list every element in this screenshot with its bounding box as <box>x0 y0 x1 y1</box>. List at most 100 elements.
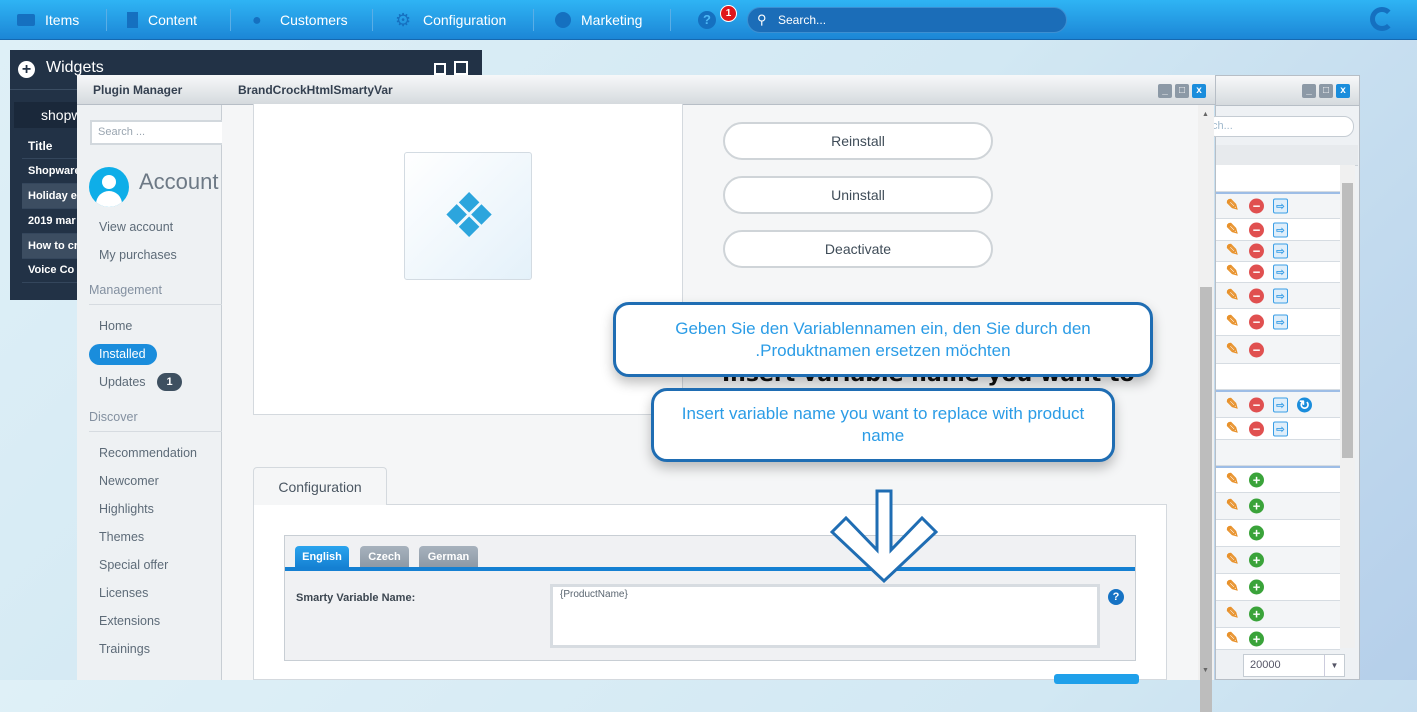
tab-english[interactable]: English <box>295 546 349 568</box>
tab-czech[interactable]: Czech <box>360 546 409 568</box>
pencil-icon[interactable]: ✎ <box>1225 243 1240 259</box>
nav-customers[interactable]: ● Customers <box>252 0 348 40</box>
install-icon[interactable]: ⇨ <box>1273 222 1288 237</box>
plugin-list-row[interactable]: ✎ + <box>1216 466 1340 493</box>
install-icon[interactable]: ⇨ <box>1273 264 1288 280</box>
pencil-icon[interactable]: ✎ <box>1225 198 1240 214</box>
pencil-icon[interactable]: ✎ <box>1225 498 1240 514</box>
plugin-list-row[interactable]: ✎ + <box>1216 493 1340 520</box>
plugin-search-input[interactable]: Search ... <box>90 120 230 145</box>
remove-icon[interactable]: − <box>1249 288 1264 303</box>
install-icon[interactable]: ⇨ <box>1273 243 1288 259</box>
add-icon[interactable]: + <box>1249 498 1264 514</box>
remove-icon[interactable]: − <box>1249 421 1264 436</box>
update-icon[interactable]: ↻ <box>1297 397 1312 412</box>
add-icon[interactable]: + <box>1249 552 1264 568</box>
remove-icon[interactable]: − <box>1249 342 1264 357</box>
view-account-link[interactable]: View account <box>99 220 173 234</box>
sidebar-item-highlights[interactable]: Highlights <box>99 502 154 516</box>
plugin-list-row[interactable] <box>1216 440 1340 466</box>
sidebar-item-trainings[interactable]: Trainings <box>99 642 150 656</box>
pencil-icon[interactable]: ✎ <box>1225 397 1240 413</box>
pencil-icon[interactable]: ✎ <box>1225 421 1240 437</box>
plugin-list-row[interactable]: ✎ − ⇨ <box>1216 309 1340 336</box>
close-button[interactable]: x <box>1192 84 1206 98</box>
plugin-search-input[interactable]: ch... <box>1206 116 1354 137</box>
sidebar-item-recommendation[interactable]: Recommendation <box>99 446 197 460</box>
pencil-icon[interactable]: ✎ <box>1225 631 1240 647</box>
detail-scrollbar[interactable]: ▲ ▼ <box>1198 105 1214 712</box>
plugin-list-row[interactable]: ✎ − ⇨ <box>1216 192 1340 219</box>
add-icon[interactable]: + <box>1249 606 1264 622</box>
plugin-list-row[interactable]: ✎ + <box>1216 520 1340 547</box>
popout-icon[interactable] <box>454 61 468 75</box>
pencil-icon[interactable]: ✎ <box>1225 222 1240 238</box>
maximize-button[interactable]: □ <box>1319 84 1333 98</box>
nav-content[interactable]: Content <box>127 0 197 40</box>
remove-icon[interactable]: − <box>1249 222 1264 237</box>
maximize-button[interactable]: □ <box>1175 84 1189 98</box>
pencil-icon[interactable]: ✎ <box>1225 288 1240 304</box>
sidebar-item-home[interactable]: Home <box>99 319 132 333</box>
install-icon[interactable]: ⇨ <box>1273 397 1288 412</box>
remove-icon[interactable]: − <box>1249 397 1264 412</box>
pencil-icon[interactable]: ✎ <box>1225 525 1240 541</box>
remove-icon[interactable]: − <box>1249 314 1264 330</box>
help-icon[interactable]: ? <box>1108 589 1124 605</box>
help-icon[interactable]: ? <box>698 11 716 29</box>
plugin-list-row[interactable] <box>1216 165 1340 192</box>
pencil-icon[interactable]: ✎ <box>1225 606 1240 622</box>
sidebar-item-installed[interactable]: Installed <box>89 344 157 365</box>
pencil-icon[interactable]: ✎ <box>1225 342 1240 358</box>
plugin-list-row[interactable]: ✎ + <box>1216 547 1340 574</box>
minimize-button[interactable]: _ <box>1158 84 1172 98</box>
reinstall-button[interactable]: Reinstall <box>723 122 993 160</box>
nav-items[interactable]: Items <box>17 0 79 40</box>
plugin-list-row[interactable]: ✎ − ⇨ <box>1216 241 1340 262</box>
install-icon[interactable]: ⇨ <box>1273 421 1288 436</box>
minimize-button[interactable]: _ <box>1302 84 1316 98</box>
sidebar-item-updates[interactable]: Updates <box>99 375 146 389</box>
remove-icon[interactable]: − <box>1249 198 1264 214</box>
tab-configuration[interactable]: Configuration <box>253 467 387 505</box>
pencil-icon[interactable]: ✎ <box>1225 579 1240 595</box>
uninstall-button[interactable]: Uninstall <box>723 176 993 214</box>
plugin-list-row[interactable]: ✎ − ⇨ <box>1216 283 1340 309</box>
plugin-list-row[interactable]: ✎ + <box>1216 574 1340 601</box>
close-button[interactable]: x <box>1336 84 1350 98</box>
install-icon[interactable]: ⇨ <box>1273 198 1288 214</box>
minimize-widget-icon[interactable] <box>434 63 446 75</box>
add-icon[interactable]: + <box>1249 525 1264 541</box>
list-scrollbar[interactable] <box>1340 165 1355 648</box>
plugin-list-row[interactable]: ✎ − ⇨ <box>1216 262 1340 283</box>
pencil-icon[interactable]: ✎ <box>1225 264 1240 280</box>
remove-icon[interactable]: − <box>1249 264 1264 280</box>
plugin-list-row[interactable]: ✎ − <box>1216 336 1340 364</box>
sidebar-item-extensions[interactable]: Extensions <box>99 614 160 628</box>
remove-icon[interactable]: − <box>1249 243 1264 259</box>
my-purchases-link[interactable]: My purchases <box>99 248 177 262</box>
global-search-input[interactable]: ⚲ Search... <box>747 7 1067 33</box>
plugin-list-row[interactable]: ✎ − ⇨ <box>1216 418 1340 440</box>
plugin-list-row[interactable]: ✎ + <box>1216 601 1340 628</box>
deactivate-button[interactable]: Deactivate <box>723 230 993 268</box>
nav-configuration[interactable]: ⚙ Configuration <box>395 0 506 40</box>
tab-german[interactable]: German <box>419 546 478 568</box>
pencil-icon[interactable]: ✎ <box>1225 472 1240 488</box>
pencil-icon[interactable]: ✎ <box>1225 314 1240 330</box>
sidebar-item-special-offer[interactable]: Special offer <box>99 558 168 572</box>
add-icon[interactable]: + <box>1249 472 1264 488</box>
sidebar-item-newcomer[interactable]: Newcomer <box>99 474 159 488</box>
plugin-list-row[interactable] <box>1216 364 1340 390</box>
plugin-list-row[interactable]: ✎ − ⇨ ↻ <box>1216 390 1340 418</box>
add-icon[interactable]: + <box>1249 631 1264 646</box>
sidebar-item-licenses[interactable]: Licenses <box>99 586 148 600</box>
plugin-list-row[interactable]: ✎ − ⇨ <box>1216 219 1340 241</box>
install-icon[interactable]: ⇨ <box>1273 288 1288 303</box>
save-button[interactable] <box>1054 674 1139 684</box>
pencil-icon[interactable]: ✎ <box>1225 552 1240 568</box>
smarty-variable-input[interactable]: {ProductName} <box>550 584 1100 648</box>
install-icon[interactable]: ⇨ <box>1273 314 1288 330</box>
nav-marketing[interactable]: Marketing <box>555 0 642 40</box>
add-widget-icon[interactable]: + <box>18 61 35 78</box>
